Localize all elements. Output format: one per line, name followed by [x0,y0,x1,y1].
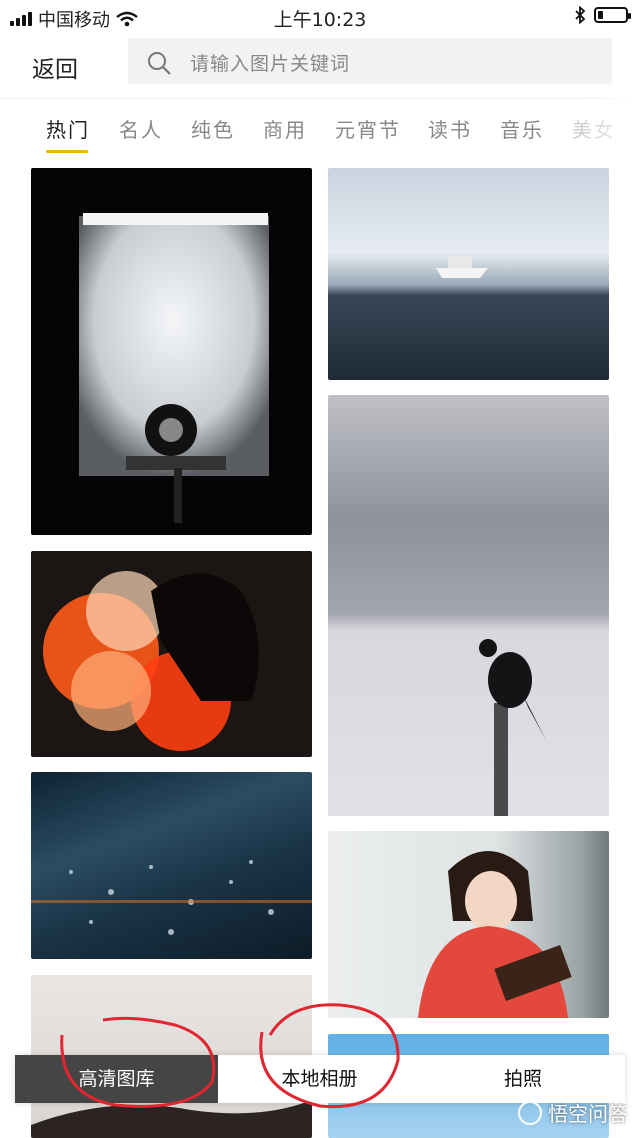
back-button[interactable]: 返回 [32,50,78,84]
active-tab-indicator [46,150,88,153]
bluetooth-icon [575,6,586,24]
watermark-text: 悟空问答 [548,1102,628,1126]
photo-trailer-spare-tire[interactable] [31,168,312,535]
photo-girl-reading-book[interactable] [328,831,609,1018]
photo-silhouette-bokeh[interactable] [31,551,312,757]
source-action-bar: 高清图库 本地相册 拍照 [15,1055,625,1103]
top-bar: 返回 请输入图片关键词 [0,34,640,99]
tab-reading[interactable]: 读书 [428,114,472,143]
hd-gallery-button[interactable]: 高清图库 [15,1055,218,1103]
photo-yacht-on-sea[interactable] [328,168,609,380]
watermark: 悟空问答 [518,1098,628,1127]
status-time: 上午10:23 [273,9,367,31]
wukong-logo-icon [518,1100,542,1125]
category-tabs: 热门 名人 纯色 商用 元宵节 读书 音乐 美女 [0,98,640,158]
tab-celebrity[interactable]: 名人 [119,114,163,143]
photo-water-droplets[interactable] [31,772,312,959]
tab-hot[interactable]: 热门 [46,114,90,143]
status-bar: 中国移动 上午10:23 [0,0,640,34]
search-icon [148,52,171,75]
search-input[interactable]: 请输入图片关键词 [128,38,612,84]
take-photo-button[interactable]: 拍照 [421,1055,625,1103]
photo-crow-in-snow[interactable] [328,395,609,816]
tab-music[interactable]: 音乐 [500,114,544,143]
local-album-button[interactable]: 本地相册 [218,1055,421,1103]
tab-solid-color[interactable]: 纯色 [191,114,235,143]
tab-lantern-festival[interactable]: 元宵节 [335,114,401,143]
tab-commercial[interactable]: 商用 [263,114,307,143]
battery-icon [594,7,631,23]
search-placeholder: 请输入图片关键词 [190,53,351,75]
